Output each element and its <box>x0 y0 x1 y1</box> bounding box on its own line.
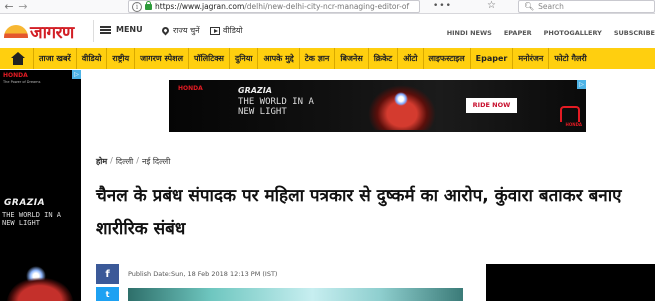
photogallery-link[interactable]: PHOTOGALLERY <box>544 29 602 37</box>
scooter-image <box>6 277 74 301</box>
facebook-share-button[interactable]: f <box>96 264 119 284</box>
nav-item-epaper[interactable]: Epaper <box>469 48 513 69</box>
video-label: वीडियो <box>223 26 243 35</box>
banner-ad-headline-line2: NEW LIGHT <box>238 107 287 117</box>
ride-now-button[interactable]: RIDE NOW <box>466 98 517 113</box>
banner-ad-headline-line1: THE WORLD IN A <box>238 97 314 107</box>
nav-item-cricket[interactable]: क्रिकेट <box>367 48 397 69</box>
right-sidebar-ad[interactable] <box>486 264 655 301</box>
banner-scooter-image <box>367 84 437 130</box>
video-play-icon <box>210 26 220 35</box>
nav-item-business[interactable]: बिजनेस <box>334 48 367 69</box>
banner-ad-headline: THE WORLD IN A NEW LIGHT <box>238 97 314 117</box>
url-path: /delhi/new-delhi-city-ncr-managing-edito… <box>244 2 410 11</box>
bookmark-star-icon[interactable]: ☆ <box>487 0 496 11</box>
logo-text: जागरण <box>30 23 74 43</box>
epaper-link[interactable]: EPAPER <box>504 29 532 37</box>
home-icon[interactable] <box>11 51 25 66</box>
banner-ad-logo-text: HONDA <box>565 122 582 127</box>
nav-item-national[interactable]: राष्ट्रीय <box>106 48 134 69</box>
ad-headline: THE WORLD IN A NEW LIGHT <box>2 211 61 227</box>
publish-date: Publish Date:Sun, 18 Feb 2018 12:13 PM (… <box>128 270 278 278</box>
twitter-icon: t <box>105 289 110 299</box>
nav-item-entertainment[interactable]: मनोरंजन <box>512 48 548 69</box>
ad-headline-line1: THE WORLD IN A <box>2 211 62 219</box>
location-pin-icon <box>160 25 171 36</box>
arrow-left-icon[interactable]: ← <box>2 0 16 14</box>
ad-choices-icon[interactable]: ▷ <box>577 80 586 89</box>
site-header: जागरण MENU राज्य चुनें वीडियो HINDI NEWS… <box>0 15 655 46</box>
nav-item-lifestyle[interactable]: लाइफस्टाइल <box>422 48 470 69</box>
browser-toolbar: ← → i https://www.jagran.com/delhi/new-d… <box>0 0 655 14</box>
menu-button[interactable]: MENU <box>100 25 143 34</box>
hindi-news-link[interactable]: HINDI NEWS <box>447 29 492 37</box>
breadcrumb-separator: / <box>136 156 139 165</box>
nav-item-latest[interactable]: ताजा खबरें <box>33 48 76 69</box>
breadcrumb: होम / दिल्ली / नई दिल्ली <box>96 156 170 167</box>
article-headline: चैनल के प्रबंध संपादक पर महिला पत्रकार स… <box>96 186 622 239</box>
video-link[interactable]: वीडियो <box>210 25 243 36</box>
hamburger-icon <box>100 25 111 34</box>
search-icon: 🔍︎ <box>524 2 535 11</box>
ad-model: GRAZIA <box>4 198 46 208</box>
left-skyscraper-ad[interactable]: HONDA The Power of Dreams GRAZIA THE WOR… <box>0 70 81 301</box>
address-bar[interactable]: i https://www.jagran.com/delhi/new-delhi… <box>128 0 420 13</box>
lock-icon <box>145 1 152 10</box>
category-nav: ताजा खबरें वीडियो राष्ट्रीय जागरण स्पेशल… <box>0 48 655 69</box>
nav-item-jagran-special[interactable]: जागरण स्पेशल <box>134 48 188 69</box>
nav-item-auto[interactable]: ऑटो <box>397 48 422 69</box>
article-image <box>128 288 463 301</box>
banner-scooter-headlight <box>394 92 408 106</box>
state-select-link[interactable]: राज्य चुनें <box>160 25 200 36</box>
arrow-right-icon[interactable]: → <box>16 0 30 14</box>
ad-tagline: The Power of Dreams <box>3 80 41 84</box>
browser-search-input[interactable]: 🔍︎ Search <box>518 0 655 13</box>
url-domain: https://www.jagran.com <box>155 2 245 11</box>
jagran-logo[interactable]: जागरण <box>4 20 74 43</box>
facebook-icon: f <box>105 268 110 280</box>
ad-brand: HONDA <box>3 72 28 79</box>
state-select-label: राज्य चुनें <box>173 26 200 35</box>
top-banner-ad[interactable]: HONDA GRAZIA THE WORLD IN A NEW LIGHT RI… <box>169 80 586 132</box>
banner-ad-model: GRAZIA <box>238 86 272 95</box>
nav-item-photo-gallery[interactable]: फोटो गैलरी <box>548 48 591 69</box>
nav-item-politics[interactable]: पॉलिटिक्स <box>188 48 229 69</box>
ad-headline-line2: NEW LIGHT <box>2 219 40 227</box>
top-right-links: HINDI NEWS EPAPER PHOTOGALLERY SUBSCRIBE <box>435 29 655 37</box>
nav-item-tech[interactable]: टेक ज्ञान <box>298 48 335 69</box>
header-divider <box>93 20 94 42</box>
breadcrumb-new-delhi[interactable]: नई दिल्ली <box>142 156 170 167</box>
breadcrumb-separator: / <box>110 156 113 165</box>
info-icon[interactable]: i <box>132 1 142 12</box>
honda-wing-logo-icon <box>560 106 580 122</box>
twitter-share-button[interactable]: t <box>96 287 119 301</box>
ad-choices-icon[interactable]: ▷ <box>72 70 81 79</box>
nav-item-world[interactable]: दुनिया <box>228 48 257 69</box>
nav-item-your-issues[interactable]: आपके मुद्दे <box>257 48 298 69</box>
search-placeholder: Search <box>538 2 564 11</box>
nav-item-video[interactable]: वीडियो <box>75 48 107 69</box>
menu-label: MENU <box>116 25 143 34</box>
banner-ad-brand: HONDA <box>178 85 203 92</box>
page-actions-menu-icon[interactable]: ••• <box>433 1 452 11</box>
breadcrumb-home[interactable]: होम <box>96 156 107 167</box>
subscribe-link[interactable]: SUBSCRIBE <box>614 29 655 37</box>
breadcrumb-delhi[interactable]: दिल्ली <box>116 156 133 167</box>
sun-logo-icon <box>4 25 28 38</box>
